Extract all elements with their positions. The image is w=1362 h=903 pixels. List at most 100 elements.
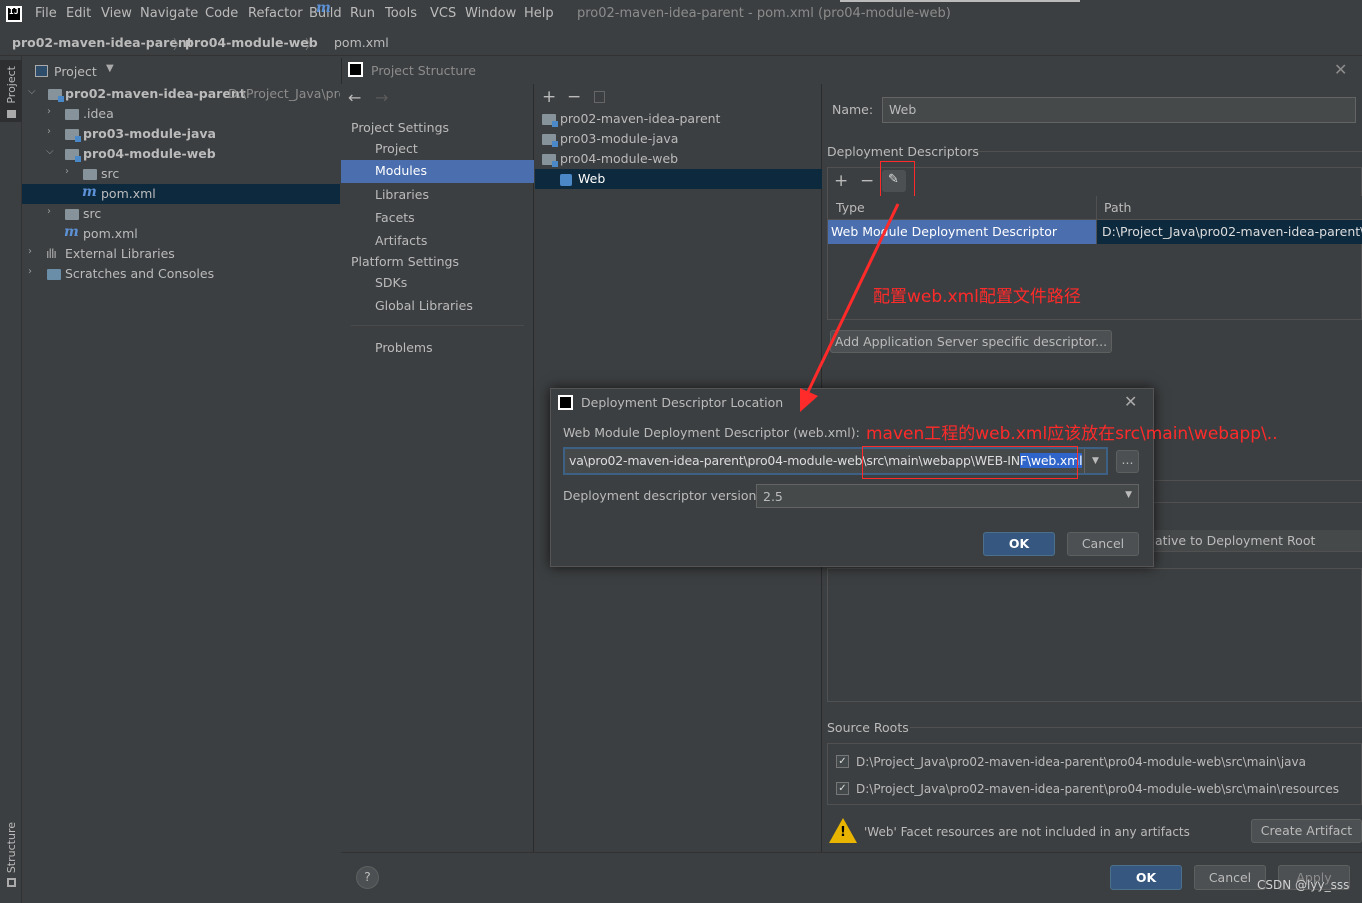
module-item-web-facet[interactable]: Web [535, 169, 822, 189]
resources-table [827, 568, 1362, 702]
window-title: pro02-maven-idea-parent - pom.xml (pro04… [577, 6, 951, 21]
nav-divider [351, 325, 524, 326]
left-tool-strip [0, 56, 22, 903]
intellij-logo-icon [558, 395, 573, 410]
dialog-title: Project Structure [371, 63, 476, 78]
remove-icon[interactable]: − [567, 87, 581, 107]
back-arrow-icon[interactable]: ← [348, 88, 361, 107]
nav-item-facets[interactable]: Facets [341, 207, 534, 230]
ok-button[interactable]: OK [1110, 865, 1182, 890]
project-tab-label: Project [5, 66, 18, 104]
source-root-java: D:\Project_Java\pro02-maven-idea-parent\… [856, 755, 1306, 769]
cancel-button[interactable]: Cancel [1194, 865, 1266, 890]
nav-item-global-libraries[interactable]: Global Libraries [341, 295, 534, 318]
menu-refactor[interactable]: Refactor [248, 6, 303, 21]
watermark: CSDN @lyy_sss [1257, 878, 1350, 892]
module-item-parent[interactable]: pro02-maven-idea-parent [535, 109, 822, 129]
menu-navigate[interactable]: Navigate [140, 6, 198, 21]
source-root-checkbox[interactable]: ✓ [836, 782, 849, 795]
col-path-header: Path [1104, 200, 1132, 215]
tree-row-src[interactable]: › src [22, 204, 340, 224]
dd-title: Deployment Descriptor Location [581, 395, 784, 410]
browse-button[interactable]: ... [1116, 450, 1139, 473]
remove-descriptor-icon[interactable]: − [860, 171, 874, 191]
tree-row-scratches[interactable]: › Scratches and Consoles [22, 264, 340, 284]
menu-file[interactable]: File [35, 6, 57, 21]
nav-item-problems[interactable]: Problems [341, 337, 534, 360]
dd-ok-button[interactable]: OK [983, 532, 1055, 556]
nav-header-platform-settings: Platform Settings [351, 254, 459, 269]
menu-vcs[interactable]: VCS [430, 6, 456, 21]
tree-row-parent[interactable]: ⌵ pro02-maven-idea-parent D:\Project_Jav… [22, 84, 340, 104]
chevron-down-icon: ▼ [1125, 490, 1132, 500]
version-select[interactable]: 2.5 ▼ [756, 484, 1139, 508]
source-roots-header: Source Roots [827, 720, 909, 735]
menu-help[interactable]: Help [524, 6, 554, 21]
name-label: Name: [832, 102, 874, 117]
annotation-note-2: maven工程的web.xml应该放在src\main\webapp\.. [866, 424, 1278, 444]
section-divider [1154, 480, 1362, 481]
tree-row-external-libraries[interactable]: › ıllı External Libraries [22, 244, 340, 264]
annotation-note-1: 配置web.xml配置文件路径 [873, 287, 1081, 307]
tree-row-web-pom[interactable]: m pom.xml [22, 184, 340, 204]
close-icon[interactable]: ✕ [1334, 60, 1347, 79]
tree-row-web-src[interactable]: › src [22, 164, 340, 184]
nav-item-libraries[interactable]: Libraries [341, 184, 534, 207]
intellij-logo-icon [348, 62, 363, 77]
section-divider [975, 151, 1362, 152]
dd-cancel-button[interactable]: Cancel [1067, 532, 1139, 556]
nav-item-sdks[interactable]: SDKs [341, 272, 534, 295]
menu-view[interactable]: View [101, 6, 132, 21]
add-icon[interactable]: + [542, 87, 556, 107]
tree-row-module-web[interactable]: ⌵ pro04-module-web [22, 144, 340, 164]
annotation-arrow [800, 203, 900, 412]
forward-arrow-icon[interactable]: → [375, 88, 388, 107]
nav-item-modules[interactable]: Modules [341, 160, 534, 183]
tree-row-module-java[interactable]: › pro03-module-java [22, 124, 340, 144]
close-icon[interactable]: ✕ [1124, 392, 1137, 411]
breadcrumb-separator-icon: 〉 [305, 38, 319, 53]
source-root-resources: D:\Project_Java\pro02-maven-idea-parent\… [856, 782, 1339, 796]
breadcrumb-item-file[interactable]: pom.xml [334, 35, 389, 50]
intellij-logo-icon: IJ [6, 6, 22, 22]
dd-field-label: Web Module Deployment Descriptor (web.xm… [563, 425, 860, 440]
web-facet-icon [560, 174, 572, 186]
create-artifact-button[interactable]: Create Artifact [1251, 819, 1362, 843]
menu-tools[interactable]: Tools [385, 6, 417, 21]
structure-tab-label[interactable]: Structure [5, 822, 18, 873]
source-root-checkbox[interactable]: ✓ [836, 755, 849, 768]
menu-edit[interactable]: Edit [66, 6, 91, 21]
help-icon[interactable]: ? [356, 866, 379, 889]
nav-item-project[interactable]: Project [341, 138, 534, 161]
nav-header-project-settings: Project Settings [351, 120, 450, 135]
structure-icon [7, 878, 16, 887]
tree-row-pom[interactable]: m pom.xml [22, 224, 340, 244]
dropdown-arrow-icon[interactable]: ▼ [106, 63, 114, 74]
menu-code[interactable]: Code [205, 6, 238, 21]
module-item-web[interactable]: pro04-module-web [535, 149, 822, 169]
project-view-icon [35, 65, 48, 77]
warning-text: 'Web' Facet resources are not included i… [864, 825, 1190, 839]
chevron-down-icon[interactable]: ▼ [1084, 449, 1106, 473]
add-descriptor-icon[interactable]: + [834, 171, 848, 191]
project-panel-title[interactable]: Project [54, 64, 97, 79]
name-field[interactable]: Web [882, 97, 1356, 123]
table-row-path[interactable]: D:\Project_Java\pro02-maven-idea-parent\… [1097, 220, 1362, 244]
folder-icon [7, 110, 16, 118]
annotation-box-path [862, 446, 1078, 479]
title-accent-bar [840, 0, 1080, 2]
menu-window[interactable]: Window [465, 6, 516, 21]
table-header: ative to Deployment Root [1154, 530, 1362, 552]
warning-icon-mark: ! [840, 825, 846, 840]
nav-item-artifacts[interactable]: Artifacts [341, 230, 534, 253]
deployment-descriptors-header: Deployment Descriptors [827, 144, 979, 159]
dd-version-label: Deployment descriptor version [563, 488, 757, 503]
module-item-java[interactable]: pro03-module-java [535, 129, 822, 149]
tree-row-idea[interactable]: › .idea [22, 104, 340, 124]
breadcrumb-item-module[interactable]: pro04-module-web [185, 35, 318, 50]
breadcrumb-item-parent[interactable]: pro02-maven-idea-parent [12, 35, 193, 50]
section-divider [1154, 502, 1362, 503]
menu-run[interactable]: Run [350, 6, 375, 21]
copy-icon[interactable] [594, 91, 605, 103]
section-divider [910, 727, 1362, 728]
